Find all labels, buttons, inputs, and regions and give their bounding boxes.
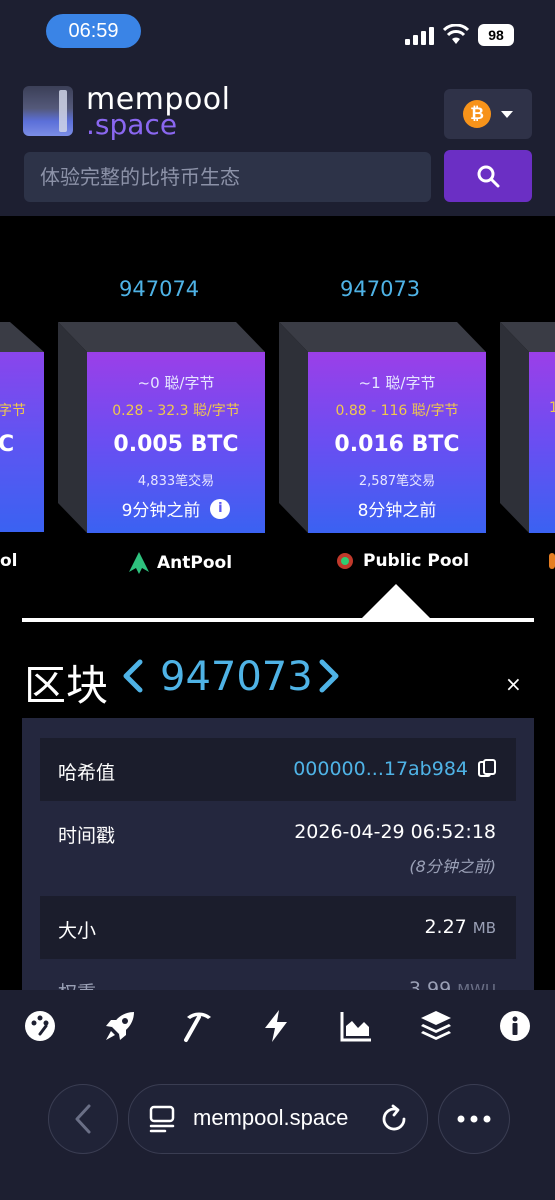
table-row-weight: 权重 3.99 MWU [40, 962, 516, 990]
block-total: C [0, 432, 15, 457]
selected-block-indicator [360, 584, 432, 620]
info-icon[interactable]: i [210, 498, 231, 519]
block-median-fee: ~0 聪/字节 [137, 374, 215, 392]
weight-value: 3.99 [408, 978, 452, 990]
block-cube[interactable]: 1 [500, 322, 555, 533]
signal-icon [405, 27, 435, 45]
size-label: 大小 [58, 920, 97, 942]
table-row-size: 大小 2.27 MB [40, 896, 516, 959]
bitcoin-icon: ₿ [463, 100, 491, 128]
block-fee-range: 1 [549, 400, 555, 416]
block-height-title: 947073 [160, 654, 313, 700]
block-fee-range: 字节 [0, 403, 26, 419]
chevron-left-icon [123, 659, 143, 693]
size-unit: MB [472, 919, 496, 937]
battery-indicator: 98 [478, 24, 514, 46]
block-card[interactable]: 字节 C [0, 352, 44, 532]
table-row-timestamp: 时间戳 2026-04-29 06:52:18 (8分钟之前) [40, 801, 516, 893]
block-cube-top [0, 322, 44, 352]
block-height-label[interactable]: 947073 [340, 277, 420, 301]
block-time-ago: 9分钟之前 [121, 501, 201, 521]
block-median-fee: ~1 聪/字节 [358, 374, 436, 392]
blocks-divider [22, 618, 534, 622]
lightning-icon[interactable] [258, 1008, 294, 1044]
timestamp-ago: (8分钟之前) [409, 857, 496, 876]
search-button[interactable] [444, 150, 532, 202]
logo-text-space[interactable]: .space [86, 108, 177, 141]
info-icon[interactable] [497, 1008, 533, 1044]
reload-icon[interactable] [379, 1104, 409, 1134]
pool-antpool[interactable]: AntPool [129, 552, 232, 574]
table-row-hash: 哈希值 000000...17ab984 [40, 738, 516, 801]
hash-label: 哈希值 [58, 762, 116, 784]
weight-label: 权重 [58, 978, 96, 990]
block-total: 0.016 BTC [334, 432, 460, 457]
more-horizontal-icon [457, 1115, 491, 1123]
close-button[interactable]: × [505, 672, 522, 696]
block-height-label[interactable]: 947074 [119, 277, 199, 301]
chevron-left-icon [75, 1104, 91, 1134]
block-pool-name: AntPool [157, 553, 233, 573]
chevron-right-icon [319, 659, 339, 693]
block-tx-count: 2,587笔交易 [358, 474, 436, 489]
antpool-logo-icon [129, 552, 149, 574]
search-icon [477, 165, 500, 188]
pool-public-pool[interactable]: Public Pool [336, 551, 469, 571]
layers-icon[interactable] [418, 1008, 454, 1044]
mempool-logo-icon[interactable] [23, 86, 73, 136]
dashboard-icon[interactable] [22, 1008, 58, 1044]
timestamp-label: 时间戳 [58, 825, 116, 847]
block-fee-range: 0.88 - 116 聪/字节 [335, 403, 459, 419]
weight-unit: MWU [457, 981, 496, 990]
hash-value-link[interactable]: 000000...17ab984 [293, 758, 468, 780]
search-input[interactable] [24, 152, 431, 202]
size-value: 2.27 [424, 916, 467, 938]
previous-block-button[interactable] [120, 656, 146, 705]
reader-icon[interactable] [149, 1105, 175, 1133]
mining-pickaxe-icon[interactable] [181, 1008, 217, 1044]
status-time: 06:59 [46, 14, 141, 48]
network-selector-button[interactable]: ₿ [444, 89, 532, 139]
block-fee-range: 0.28 - 32.3 聪/字节 [112, 403, 240, 419]
chevron-down-icon [501, 110, 513, 118]
browser-back-button[interactable] [48, 1084, 118, 1154]
page-title: 区块 [24, 661, 109, 710]
block-cube[interactable]: ~0 聪/字节 0.28 - 32.3 聪/字节 0.005 BTC 4,833… [58, 322, 265, 533]
public-pool-logo-icon [337, 553, 353, 569]
wifi-icon [442, 23, 470, 46]
browser-address-bar[interactable]: mempool.space [128, 1084, 428, 1154]
timestamp-value: 2026-04-29 06:52:18 [294, 821, 496, 843]
copy-icon[interactable] [478, 759, 496, 779]
rocket-icon[interactable] [102, 1008, 138, 1044]
graphs-icon[interactable] [338, 1008, 374, 1044]
block-pool-name: Public Pool [363, 551, 470, 571]
block-tx-count: 4,833笔交易 [137, 474, 215, 489]
block-time-ago: 8分钟之前 [357, 501, 437, 521]
browser-more-button[interactable] [438, 1084, 510, 1154]
block-cube-selected[interactable]: ~1 聪/字节 0.88 - 116 聪/字节 0.016 BTC 2,587笔… [279, 322, 486, 533]
block-total: 0.005 BTC [113, 432, 239, 457]
block-pool-name: ol [0, 551, 18, 571]
browser-url[interactable]: mempool.space [193, 1105, 348, 1131]
next-block-button[interactable] [316, 656, 342, 705]
pool-logo-icon [549, 553, 555, 569]
